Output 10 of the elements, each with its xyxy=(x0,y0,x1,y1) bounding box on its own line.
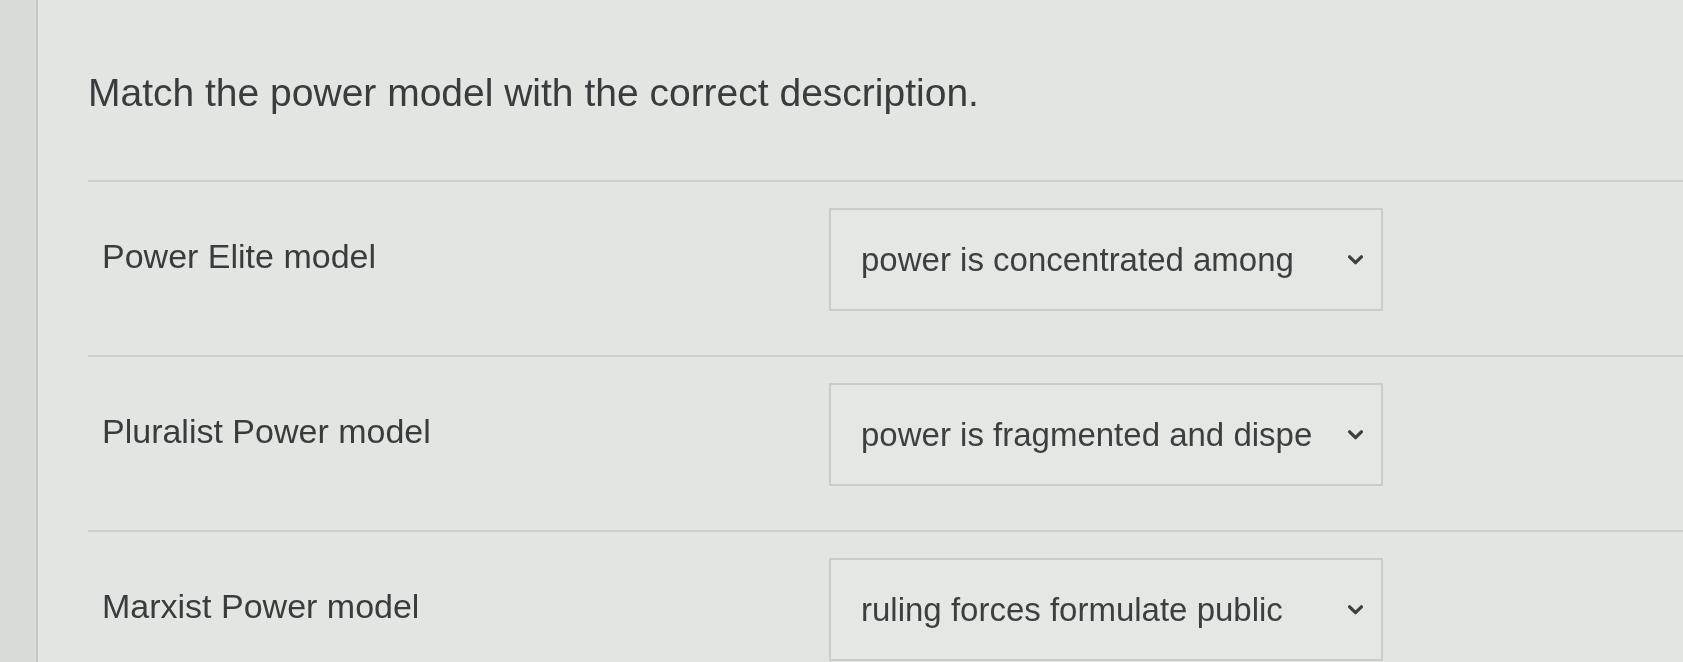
term-label: Marxist Power model xyxy=(102,586,420,626)
chevron-down-icon xyxy=(1348,254,1363,265)
chevron-down-icon xyxy=(1348,429,1363,440)
answer-dropdown[interactable]: ruling forces formulate public xyxy=(829,558,1383,661)
term-label: Power Elite model xyxy=(102,236,376,276)
question-prompt: Match the power model with the correct description. xyxy=(88,70,979,116)
answer-dropdown[interactable]: power is fragmented and dispe xyxy=(829,383,1383,486)
term-label: Pluralist Power model xyxy=(102,411,431,451)
answer-dropdown[interactable]: power is concentrated among xyxy=(829,208,1383,311)
chevron-down-icon xyxy=(1348,604,1363,615)
